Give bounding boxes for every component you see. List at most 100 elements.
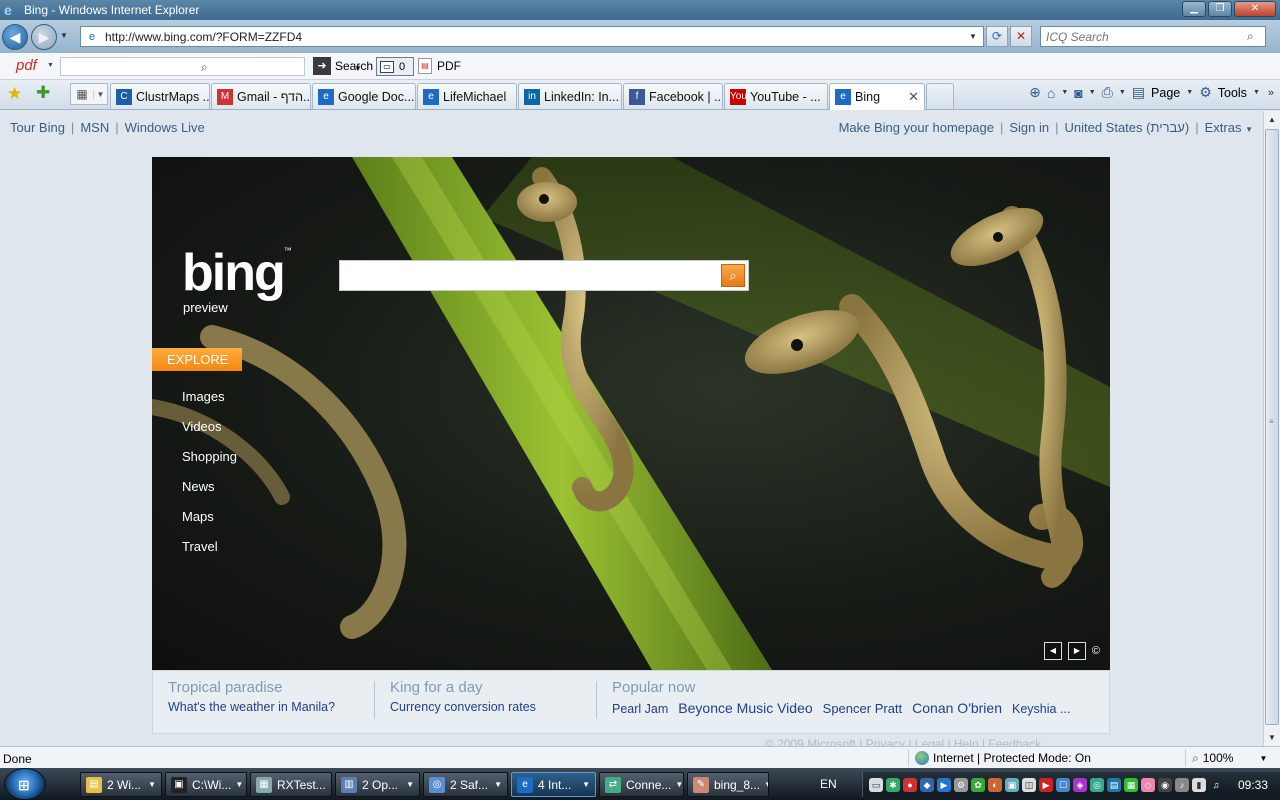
tray-app-icon[interactable]: ⚙ — [954, 777, 968, 792]
taskbar-item[interactable]: ◎ 2 Saf... ▼ — [423, 772, 508, 797]
url-text[interactable]: http://www.bing.com/?FORM=ZZFD4 — [105, 30, 969, 44]
taskbar-item[interactable]: ▥ 2 Op... ▼ — [335, 772, 420, 797]
popular-link[interactable]: Pearl Jam — [612, 702, 668, 716]
toolbar-search-button[interactable]: ➜ Search — [313, 57, 373, 75]
zoom-control[interactable]: ⌕ 100% ▼ — [1185, 749, 1267, 767]
tab-list-dropdown-icon[interactable]: ▼ — [93, 89, 107, 99]
pdf-button[interactable]: ▤ PDF — [418, 58, 461, 74]
pdf-search-input[interactable]: ⌕ ▼ — [60, 57, 362, 76]
taskbar-group-dropdown-icon[interactable]: ▼ — [402, 780, 414, 789]
tools-dropdown-icon[interactable]: ▼ — [1253, 89, 1260, 96]
extras-dropdown-icon[interactable]: ▼ — [1245, 125, 1253, 134]
taskbar-item[interactable]: e 4 Int... ▼ — [511, 772, 596, 797]
manila-weather-link[interactable]: What's the weather in Manila? — [168, 700, 335, 714]
close-window-button[interactable]: ✕ — [1234, 1, 1276, 17]
taskbar-group-dropdown-icon[interactable]: ▼ — [231, 780, 243, 789]
tab-item[interactable]: f Facebook | ... — [623, 83, 723, 109]
king-for-a-day-heading[interactable]: King for a day — [390, 679, 536, 696]
zoom-dropdown-icon[interactable]: ▼ — [1259, 754, 1267, 763]
tray-keyboard-icon[interactable]: ▭ — [869, 777, 883, 792]
home-icon[interactable]: ⌂ — [1047, 85, 1055, 101]
taskbar-item[interactable]: ▣ C:\Wi... ▼ — [165, 772, 247, 797]
tray-app-icon[interactable]: ▶ — [1039, 777, 1053, 792]
previous-image-icon[interactable]: ◀ — [1043, 642, 1062, 660]
make-homepage-link[interactable]: Make Bing your homepage — [839, 120, 994, 135]
extras-menu[interactable]: Extras — [1205, 120, 1242, 135]
tray-app-icon[interactable]: ▦ — [1124, 777, 1138, 792]
popular-link[interactable]: Beyonce Music Video — [678, 700, 812, 716]
taskbar-item[interactable]: ▤ 2 Wi... ▼ — [80, 772, 162, 797]
tray-app-icon[interactable]: ◈ — [1073, 777, 1087, 792]
tab-active[interactable]: e Bing ✕ — [829, 83, 925, 110]
tour-bing-link[interactable]: Tour Bing — [10, 120, 65, 135]
connect-icon[interactable]: ⊕ — [1029, 84, 1041, 101]
print-dropdown-icon[interactable]: ▼ — [1119, 89, 1126, 96]
taskbar-group-dropdown-icon[interactable]: ▼ — [490, 780, 502, 789]
taskbar-group-dropdown-icon[interactable]: ▼ — [144, 780, 156, 789]
explore-shopping-link[interactable]: Shopping — [182, 449, 237, 479]
sign-in-link[interactable]: Sign in — [1009, 120, 1049, 135]
taskbar-group-dropdown-icon[interactable]: ▼ — [671, 780, 683, 789]
tray-network-icon[interactable]: ✱ — [886, 777, 900, 792]
stop-button[interactable]: ✕ — [1010, 26, 1032, 47]
explore-videos-link[interactable]: Videos — [182, 419, 237, 449]
tray-icq-icon[interactable]: ✿ — [971, 777, 985, 792]
taskbar-item[interactable]: ✎ bing_8...▼ — [687, 772, 769, 797]
tropical-paradise-heading[interactable]: Tropical paradise — [168, 679, 335, 696]
popular-link[interactable]: Conan O'brien — [912, 700, 1002, 716]
pdf-menu-dropdown-icon[interactable]: ▼ — [47, 62, 54, 69]
page-menu-button[interactable]: Page — [1151, 86, 1180, 100]
tray-app-icon[interactable]: ◐ — [988, 777, 1002, 792]
maximize-button[interactable]: ❐ — [1208, 1, 1232, 17]
scroll-up-icon[interactable]: ▲ — [1264, 111, 1280, 128]
bing-logo[interactable]: bing™ — [182, 247, 292, 300]
close-tab-icon[interactable]: ✕ — [900, 89, 919, 105]
add-favorites-icon[interactable]: ✚ — [36, 83, 50, 103]
print-icon[interactable]: ⎙ — [1102, 84, 1113, 101]
pdf-logo[interactable]: pdf — [16, 57, 37, 74]
quick-tabs-button[interactable]: ▦ ▼ — [70, 83, 108, 105]
tray-update-icon[interactable]: ◆ — [920, 777, 934, 792]
vertical-scrollbar[interactable]: ▲ ≡ ▼ — [1263, 111, 1280, 746]
new-tab-button[interactable] — [926, 83, 954, 109]
popular-link[interactable]: Keyshia ... — [1012, 702, 1070, 716]
scroll-down-icon[interactable]: ▼ — [1264, 729, 1280, 746]
bing-search-input[interactable] — [340, 261, 715, 290]
tab-item[interactable]: You YouTube - ... — [724, 83, 828, 109]
tray-app-icon[interactable]: ◇ — [1141, 777, 1155, 792]
tab-item[interactable]: C ClustrMaps ... — [110, 83, 210, 109]
search-icon[interactable]: ⌕ — [1247, 29, 1265, 44]
windows-live-link[interactable]: Windows Live — [125, 120, 205, 135]
taskbar-group-dropdown-icon[interactable]: ▼ — [760, 780, 768, 789]
toolbar-overflow-chevron-icon[interactable]: » — [1268, 87, 1274, 99]
tray-app-icon[interactable]: ◉ — [1158, 777, 1172, 792]
explore-images-link[interactable]: Images — [182, 389, 237, 419]
tray-battery-icon[interactable]: ▮ — [1192, 777, 1206, 792]
scroll-thumb[interactable]: ≡ — [1265, 129, 1279, 725]
page-dropdown-icon[interactable]: ▼ — [1186, 89, 1193, 96]
minimize-button[interactable]: ▁ — [1182, 1, 1206, 17]
tray-app-icon[interactable]: ◫ — [1022, 777, 1036, 792]
tray-media-icon[interactable]: ▶ — [937, 777, 951, 792]
popular-link[interactable]: Spencer Pratt — [823, 701, 903, 716]
msn-link[interactable]: MSN — [80, 120, 109, 135]
bing-search-button[interactable]: ⌕ — [721, 264, 745, 287]
feeds-icon[interactable]: ◙ — [1074, 85, 1082, 101]
refresh-button[interactable]: ⟳ — [986, 26, 1008, 47]
image-copyright-icon[interactable]: © — [1092, 645, 1100, 657]
tab-item[interactable]: e Google Doc... — [312, 83, 416, 109]
taskbar-item[interactable]: ⇄ Conne... ▼ — [599, 772, 684, 797]
feeds-dropdown-icon[interactable]: ▼ — [1089, 89, 1096, 96]
tab-item[interactable]: M Gmail - הדף... — [211, 83, 311, 109]
back-button[interactable]: ◀ — [2, 24, 28, 50]
taskbar-item[interactable]: ▦ RXTest...▼ — [250, 772, 332, 797]
address-dropdown-icon[interactable]: ▼ — [969, 32, 983, 41]
language-indicator[interactable]: EN — [820, 777, 837, 791]
explore-travel-link[interactable]: Travel — [182, 539, 237, 569]
currency-conversion-link[interactable]: Currency conversion rates — [390, 700, 536, 714]
start-button[interactable]: ⊞ — [4, 768, 46, 800]
explore-news-link[interactable]: News — [182, 479, 237, 509]
tray-app-icon[interactable]: ◎ — [1090, 777, 1104, 792]
clock[interactable]: 09:33 — [1238, 778, 1268, 792]
tray-app-icon[interactable]: ▤ — [1107, 777, 1121, 792]
